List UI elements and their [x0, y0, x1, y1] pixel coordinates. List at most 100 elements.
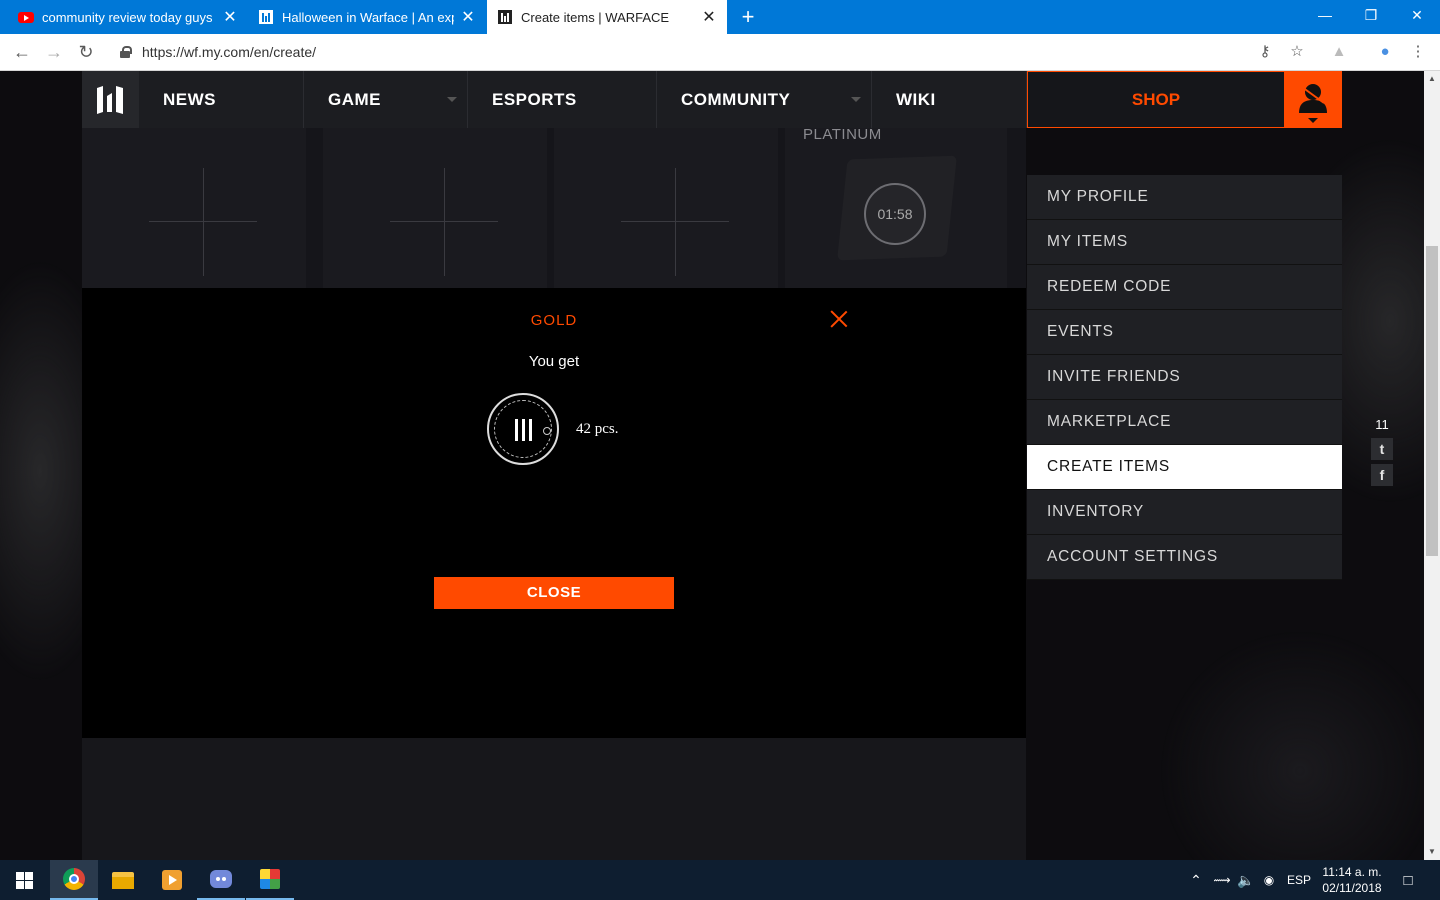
close-icon[interactable]	[830, 310, 848, 328]
close-button[interactable]: CLOSE	[434, 577, 674, 609]
menu-item-my-profile[interactable]: MY PROFILE	[1027, 175, 1342, 220]
scroll-thumb[interactable]	[1426, 246, 1438, 556]
menu-item-my-items[interactable]: MY ITEMS	[1027, 220, 1342, 265]
clock-time: 11:14 a. m.	[1322, 865, 1382, 879]
shop-button[interactable]: SHOP	[1027, 71, 1285, 128]
taskbar-game-app[interactable]	[246, 860, 294, 900]
profile-extension-icon[interactable]: ●	[1375, 42, 1395, 62]
pdf-extension-icon[interactable]: ▲	[1329, 42, 1349, 62]
forward-icon[interactable]: →	[42, 40, 66, 64]
taskbar-media-player[interactable]	[148, 860, 196, 900]
chrome-icon	[63, 868, 85, 890]
nav-esports[interactable]: ESPORTS	[468, 71, 657, 128]
lock-icon	[120, 46, 132, 58]
maximize-button[interactable]: ❐	[1348, 0, 1394, 30]
new-tab-button[interactable]: +	[736, 4, 760, 30]
back-icon[interactable]: ←	[10, 40, 34, 64]
modal-title: GOLD	[530, 312, 578, 329]
menu-item-marketplace[interactable]: MARKETPLACE	[1027, 400, 1342, 445]
gold-reward-icon	[487, 393, 559, 465]
crosshair-icon	[675, 168, 676, 276]
chevron-down-icon	[447, 97, 457, 102]
wifi-icon[interactable]: ⟿	[1212, 860, 1232, 900]
discord-tray-icon[interactable]: ◉	[1259, 860, 1279, 900]
reload-icon[interactable]: ↻	[74, 40, 98, 64]
key-icon[interactable]: ⚷	[1255, 42, 1275, 62]
scroll-down-icon[interactable]: ▼	[1424, 844, 1440, 860]
tab-close-icon[interactable]: ✕	[222, 7, 238, 27]
user-menu-button[interactable]	[1285, 71, 1342, 128]
media-player-icon	[162, 870, 182, 890]
discord-icon	[210, 870, 232, 888]
warface-logo-icon[interactable]	[82, 71, 139, 128]
facebook-icon[interactable]: f	[1371, 464, 1393, 486]
start-button[interactable]	[0, 860, 48, 900]
menu-item-create-items[interactable]: CREATE ITEMS	[1027, 445, 1342, 490]
reward-quantity: 42 pcs.	[576, 421, 619, 437]
empty-slot[interactable]	[323, 128, 547, 288]
nav-news[interactable]: NEWS	[139, 71, 304, 128]
address-bar: ← → ↻ https://wf.my.com/en/create/ ⚷ ☆ ▲…	[0, 34, 1440, 71]
chevron-down-icon	[851, 97, 861, 102]
menu-item-inventory[interactable]: INVENTORY	[1027, 490, 1342, 535]
taskbar-chrome[interactable]	[50, 860, 98, 900]
browser-tab-create-items[interactable]: Create items | WARFACE ✕	[487, 0, 727, 34]
site-navigation: NEWS GAME ESPORTS COMMUNITY WIKI SHOP	[82, 71, 1342, 128]
menu-item-redeem-code[interactable]: REDEEM CODE	[1027, 265, 1342, 310]
windows-taskbar: ⌃ ⟿ 🔈 ◉ ESP 11:14 a. m. 02/11/2018 □	[0, 860, 1440, 900]
empty-slot[interactable]	[82, 128, 306, 288]
page-scrollbar[interactable]: ▲ ▼	[1424, 71, 1440, 860]
user-avatar-icon	[1299, 84, 1327, 123]
browser-tab-youtube[interactable]: community review today guys - Y ✕	[8, 0, 248, 34]
url-input[interactable]: https://wf.my.com/en/create/	[142, 44, 316, 60]
crate-timer: 01:58	[864, 183, 926, 245]
clock-date: 02/11/2018	[1322, 881, 1382, 895]
warface-icon	[258, 9, 274, 25]
tab-close-icon[interactable]: ✕	[460, 7, 476, 27]
tab-title: Halloween in Warface | An explo	[282, 9, 454, 25]
crosshair-icon	[203, 168, 204, 276]
taskbar-discord[interactable]	[197, 860, 245, 900]
crafting-slots: PLATINUM 01:58	[82, 126, 1026, 288]
tab-close-icon[interactable]: ✕	[701, 7, 717, 27]
minimize-button[interactable]: —	[1302, 0, 1348, 30]
nav-label: NEWS	[163, 90, 216, 109]
nav-game[interactable]: GAME	[304, 71, 468, 128]
nav-label: COMMUNITY	[681, 90, 791, 109]
page-content: NEWS GAME ESPORTS COMMUNITY WIKI SHOP PL…	[0, 71, 1424, 860]
browser-tab-bar: community review today guys - Y ✕ Hallow…	[0, 0, 1440, 34]
menu-dots-icon[interactable]: ⋮	[1408, 42, 1428, 62]
bookmark-star-icon[interactable]: ☆	[1287, 42, 1307, 62]
crosshair-icon	[444, 168, 445, 276]
warface-icon	[497, 9, 513, 25]
tab-title: Create items | WARFACE	[521, 9, 670, 25]
menu-item-events[interactable]: EVENTS	[1027, 310, 1342, 355]
youtube-icon	[18, 9, 34, 25]
social-share: 11 t f	[1370, 417, 1394, 490]
nav-label: GAME	[328, 90, 381, 109]
chevron-up-icon[interactable]: ⌃	[1186, 860, 1206, 900]
nav-label: WIKI	[896, 90, 936, 109]
close-window-button[interactable]: ✕	[1394, 0, 1440, 30]
scroll-up-icon[interactable]: ▲	[1424, 71, 1440, 87]
windows-icon	[15, 871, 33, 889]
language-indicator[interactable]: ESP	[1284, 860, 1314, 900]
menu-item-account-settings[interactable]: ACCOUNT SETTINGS	[1027, 535, 1342, 580]
taskbar-file-explorer[interactable]	[99, 860, 147, 900]
folder-icon	[112, 871, 134, 889]
system-clock[interactable]: 11:14 a. m. 02/11/2018	[1312, 864, 1392, 896]
tab-title: community review today guys - Y	[42, 9, 216, 25]
notification-icon[interactable]: □	[1396, 860, 1420, 900]
platinum-label: PLATINUM	[803, 126, 882, 143]
nav-wiki[interactable]: WIKI	[872, 71, 1027, 128]
menu-item-invite-friends[interactable]: INVITE FRIENDS	[1027, 355, 1342, 400]
game-app-icon	[260, 869, 280, 889]
twitter-icon[interactable]: t	[1371, 438, 1393, 460]
modal-subtitle: You get	[528, 353, 580, 370]
volume-icon[interactable]: 🔈	[1236, 860, 1256, 900]
browser-tab-halloween[interactable]: Halloween in Warface | An explo ✕	[248, 0, 486, 34]
nav-label: ESPORTS	[492, 90, 577, 109]
empty-slot[interactable]	[554, 128, 778, 288]
nav-community[interactable]: COMMUNITY	[657, 71, 872, 128]
share-count: 11	[1375, 417, 1389, 432]
